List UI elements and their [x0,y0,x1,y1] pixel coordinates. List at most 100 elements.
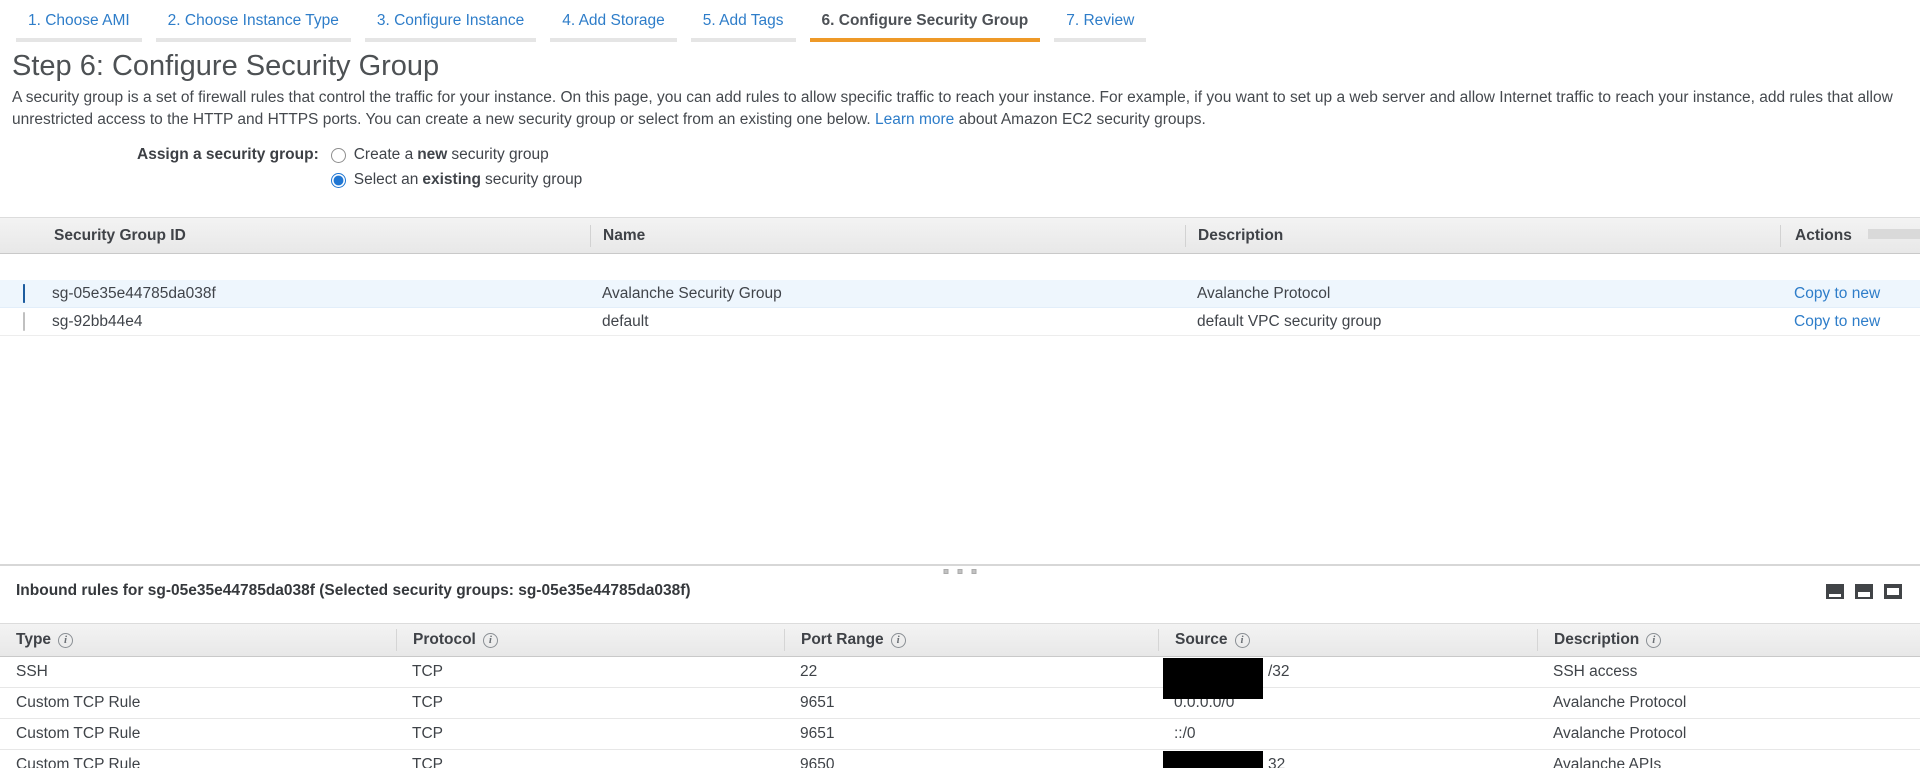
column-label: Type [16,631,51,649]
security-group-radio-option[interactable]: Create a new security group [331,146,583,164]
column-header-description: Description i [1537,629,1920,651]
column-label: Description [1554,631,1639,649]
table-scrollbar-thumb[interactable] [1868,229,1920,239]
wizard-tab[interactable]: 2. Choose Instance Type [156,10,351,42]
wizard-tab[interactable]: 3. Configure Instance [365,10,536,42]
cell-source: 32 [1158,756,1537,768]
cell-port-range: 22 [784,663,1158,681]
cell-port-range: 9651 [784,694,1158,712]
cell-source-text: 32 [1268,756,1285,768]
inbound-rule-row: SSH TCP 22 /32 SSH access [0,657,1920,688]
column-header-security-group-id: Security Group ID [40,227,590,245]
security-groups-table: Security Group ID Name Description Actio… [0,217,1920,564]
column-header-description: Description [1185,225,1780,247]
column-header-type: Type i [0,629,396,651]
pane-view-toggles [1826,584,1902,599]
row-checkbox[interactable] [23,284,25,303]
info-icon[interactable]: i [483,633,498,648]
info-icon[interactable]: i [1646,633,1661,648]
cell-port-range: 9650 [784,756,1158,768]
info-icon[interactable]: i [891,633,906,648]
security-groups-table-body: sg-05e35e44785da038f Avalanche Security … [0,254,1920,564]
radio-icon[interactable] [331,148,346,163]
info-icon[interactable]: i [1235,633,1250,648]
inbound-rule-row: Custom TCP Rule TCP 9651 0.0.0.0/0 Avala… [0,688,1920,719]
radio-icon[interactable] [331,173,346,188]
cell-type: Custom TCP Rule [0,756,396,768]
option-text-pre: Select an [354,171,419,189]
cell-source-text: ::/0 [1174,725,1196,742]
wizard-tab[interactable]: 1. Choose AMI [16,10,142,42]
description-text-2: about Amazon EC2 security groups. [959,111,1206,128]
cell-protocol: TCP [396,756,784,768]
inbound-rules-table: Type i Protocol i Port Range i Source i … [0,623,1920,768]
cell-source: ::/0 [1158,725,1537,743]
security-groups-table-header: Security Group ID Name Description Actio… [0,218,1920,254]
cell-security-group-id: sg-92bb44e4 [40,313,590,331]
cell-name: Avalanche Security Group [590,285,1185,303]
column-label: Protocol [413,631,476,649]
cell-type: Custom TCP Rule [0,725,396,743]
page-title: Step 6: Configure Security Group [12,50,1920,83]
learn-more-link[interactable]: Learn more [875,111,954,128]
assign-label: Assign a security group: [137,146,319,196]
checkbox-cell [0,285,40,303]
cell-source-text: /32 [1268,663,1290,680]
option-text-post: security group [485,171,582,189]
column-header-port-range: Port Range i [784,629,1158,651]
column-header-protocol: Protocol i [396,629,784,651]
row-checkbox[interactable] [23,312,25,331]
copy-to-new-link[interactable]: Copy to new [1794,313,1880,330]
inbound-rules-title: Inbound rules for sg-05e35e44785da038f (… [16,582,691,600]
cell-type: Custom TCP Rule [0,694,396,712]
pane-splitter [0,564,1920,578]
info-icon[interactable]: i [58,633,73,648]
wizard-tab[interactable]: 6. Configure Security Group [810,10,1041,42]
copy-to-new-link[interactable]: Copy to new [1794,285,1880,302]
security-group-row[interactable]: sg-05e35e44785da038f Avalanche Security … [0,280,1920,308]
assign-security-group: Assign a security group: Create a new se… [137,146,1920,196]
checkbox-cell [0,313,40,331]
wizard-tab[interactable]: 5. Add Tags [691,10,796,42]
security-group-radio-option[interactable]: Select an existing security group [331,171,583,189]
cell-rule-description: Avalanche Protocol [1537,725,1920,743]
security-group-row[interactable]: sg-92bb44e4 default default VPC security… [0,308,1920,336]
bottom-pane-large-icon[interactable] [1884,584,1902,599]
cell-name: default [590,313,1185,331]
cell-protocol: TCP [396,663,784,681]
column-label: Source [1175,631,1228,649]
wizard-tab[interactable]: 4. Add Storage [550,10,677,42]
configure-security-group-page: 1. Choose AMI 2. Choose Instance Type 3.… [0,0,1920,768]
option-text-bold: new [417,146,447,164]
column-header-name: Name [590,225,1185,247]
inbound-rule-row: Custom TCP Rule TCP 9650 32 Avalanche AP… [0,750,1920,768]
cell-protocol: TCP [396,725,784,743]
inbound-rules-header: Inbound rules for sg-05e35e44785da038f (… [16,582,1902,600]
cell-protocol: TCP [396,694,784,712]
bottom-pane-small-icon[interactable] [1826,584,1844,599]
assign-options: Create a new security group Select an ex… [331,146,583,196]
cell-security-group-id: sg-05e35e44785da038f [40,285,590,303]
cell-description: default VPC security group [1185,313,1780,331]
inbound-rule-row: Custom TCP Rule TCP 9651 ::/0 Avalanche … [0,719,1920,750]
inbound-rules-table-body: SSH TCP 22 /32 SSH access Custom TCP Rul… [0,657,1920,768]
cell-rule-description: SSH access [1537,663,1920,681]
bottom-pane-half-icon[interactable] [1855,584,1873,599]
splitter-drag-handle-icon[interactable] [944,569,977,574]
column-header-source: Source i [1158,629,1537,651]
cell-rule-description: Avalanche Protocol [1537,694,1920,712]
option-text-bold: existing [422,171,481,189]
cell-type: SSH [0,663,396,681]
cell-rule-description: Avalanche APIs [1537,756,1920,768]
redaction-overlay [1163,751,1263,768]
wizard-tabbar: 1. Choose AMI 2. Choose Instance Type 3.… [0,0,1920,42]
cell-source: /32 [1158,663,1537,681]
page-description: A security group is a set of firewall ru… [12,87,1906,130]
wizard-tab[interactable]: 7. Review [1054,10,1146,42]
cell-port-range: 9651 [784,725,1158,743]
option-text-pre: Create a [354,146,413,164]
column-label: Port Range [801,631,884,649]
redaction-overlay [1163,658,1263,699]
inbound-rules-table-header: Type i Protocol i Port Range i Source i … [0,624,1920,657]
option-text-post: security group [451,146,548,164]
